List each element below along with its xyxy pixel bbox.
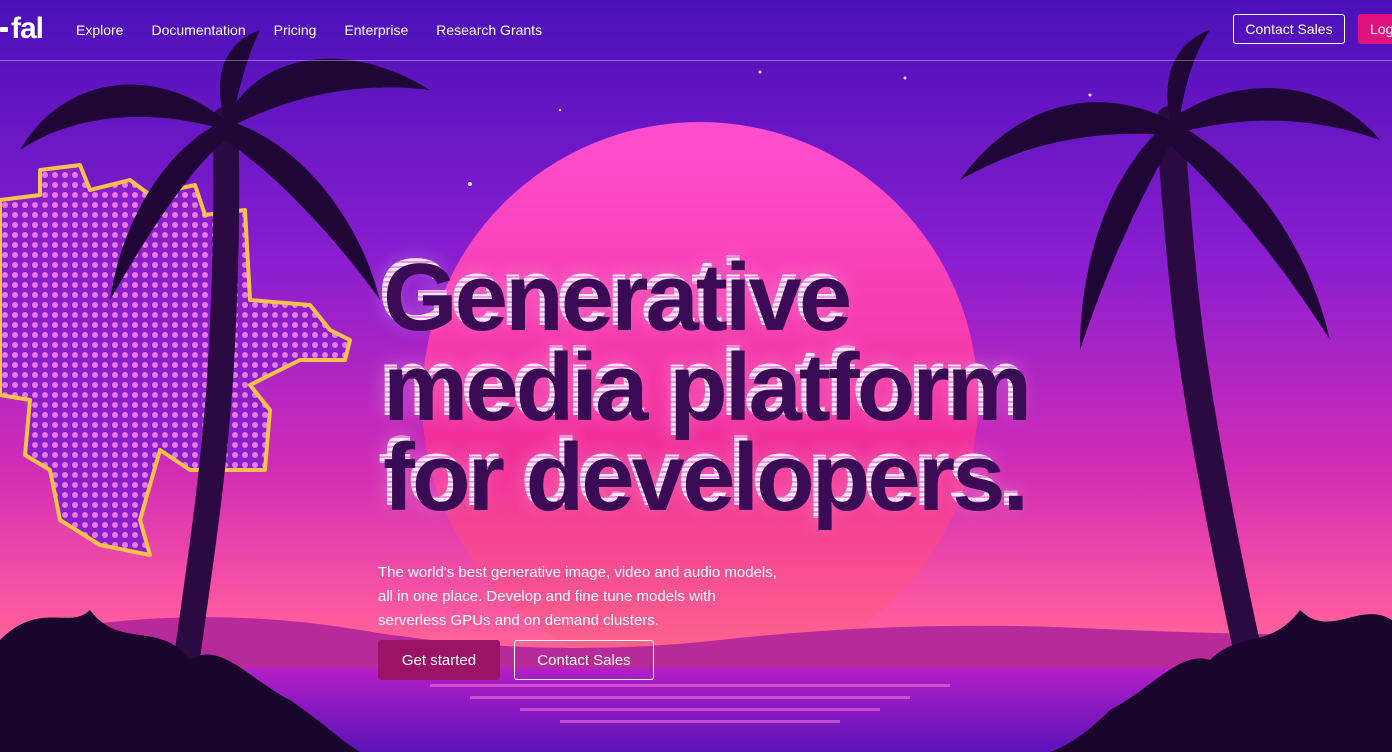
nav-link-documentation[interactable]: Documentation bbox=[151, 22, 245, 38]
hero-subtext: The world's best generative image, video… bbox=[378, 564, 777, 629]
headline-line-2: media platform bbox=[378, 329, 1027, 436]
top-navigation: fal Explore Documentation Pricing Enterp… bbox=[0, 0, 1392, 61]
nav-link-research-grants[interactable]: Research Grants bbox=[436, 22, 542, 38]
hero-contact-sales-button[interactable]: Contact Sales bbox=[514, 640, 654, 680]
nav-links: Explore Documentation Pricing Enterprise… bbox=[76, 0, 542, 60]
nav-link-explore[interactable]: Explore bbox=[76, 22, 123, 38]
hero-cta-row: Get started Contact Sales bbox=[378, 640, 654, 680]
get-started-button[interactable]: Get started bbox=[378, 640, 500, 680]
nav-login-button[interactable]: Log bbox=[1358, 14, 1392, 44]
fal-logo[interactable]: fal bbox=[0, 12, 44, 46]
nav-link-pricing[interactable]: Pricing bbox=[274, 22, 317, 38]
headline-line-1: Generative bbox=[378, 239, 847, 346]
hero-headline: Generative media platform for developers… bbox=[378, 239, 1027, 526]
nav-contact-sales-button[interactable]: Contact Sales bbox=[1233, 14, 1345, 44]
hero-section: Generative media platform for developers… bbox=[378, 239, 1027, 680]
headline-line-3: for developers. bbox=[378, 419, 1024, 526]
nav-link-enterprise[interactable]: Enterprise bbox=[344, 22, 408, 38]
logo-text: fal bbox=[11, 12, 44, 45]
logo-mark-icon bbox=[0, 26, 8, 32]
